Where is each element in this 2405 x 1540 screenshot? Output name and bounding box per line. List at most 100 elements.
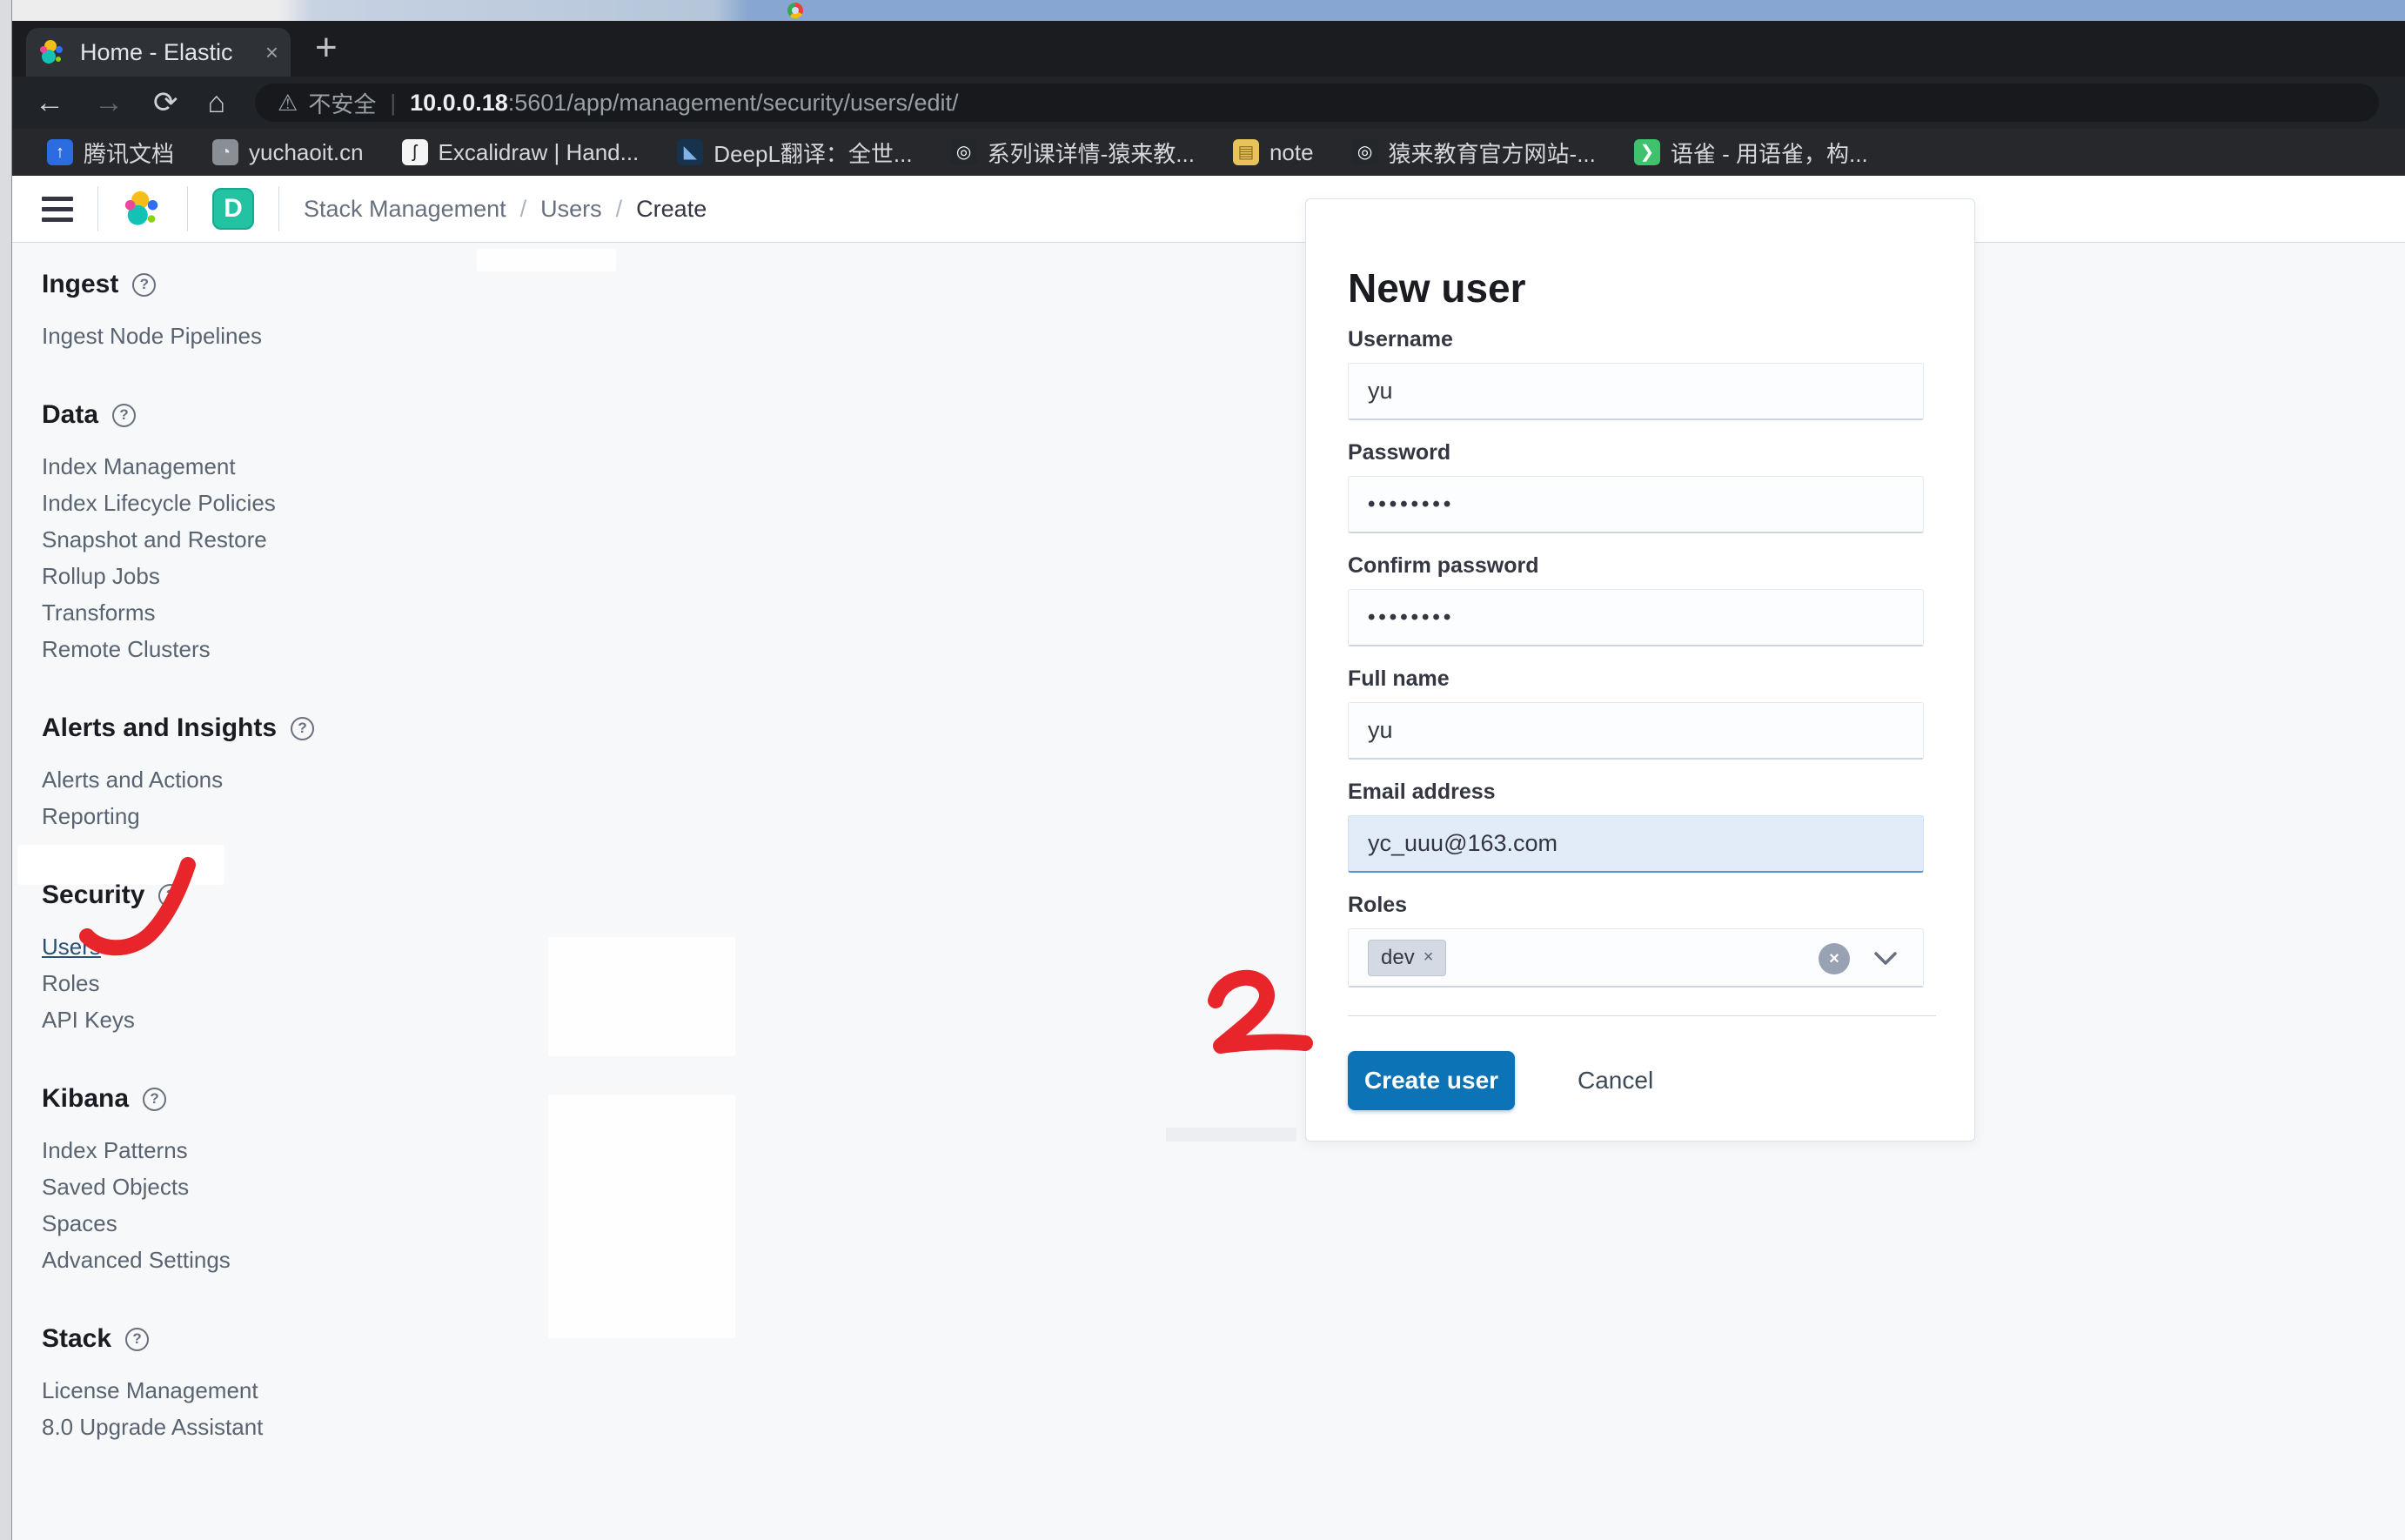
browser-toolbar: ← → ⟳ ⌂ ⚠ 不安全 | 10.0.0.18 :5601/app/mana… [12,77,2405,129]
chevron-down-icon[interactable] [1872,950,1899,968]
globe-icon: ◔ [212,139,238,165]
chip-remove-icon[interactable]: × [1424,947,1434,968]
new-tab-button[interactable]: + [315,26,338,70]
kibana-app: D Stack Management / Users / Create Inge… [12,176,2405,1540]
username-group: Username yu [1348,327,1924,420]
confirm-password-label: Confirm password [1348,553,1924,579]
sidebar-item-api-keys[interactable]: API Keys [42,1001,439,1038]
sidebar-item-reporting[interactable]: Reporting [42,798,439,834]
section-alerts-insights: Alerts and Insights ? Alerts and Actions… [42,713,439,834]
sidebar-item-advanced-settings[interactable]: Advanced Settings [42,1242,439,1278]
chrome-logo-icon [787,3,803,18]
bookmark-note[interactable]: ▤ note [1233,139,1314,166]
tencent-docs-icon: ↑ [47,139,73,165]
blur-smudge [1166,1128,1296,1142]
browser-tab[interactable]: Home - Elastic × [26,28,291,77]
url-path: :5601/app/management/security/users/edit… [508,90,959,117]
bookmark-yuchaoit[interactable]: ◔ yuchaoit.cn [212,139,364,166]
form-divider [1348,1015,1936,1016]
background-window-edge [0,0,12,1540]
kibana-header: D Stack Management / Users / Create [12,176,2405,243]
password-group: Password •••••••• [1348,440,1924,533]
full-name-field[interactable]: yu [1348,702,1924,760]
new-user-panel: New user Username yu Password •••••••• C… [1305,198,1975,1142]
username-field[interactable]: yu [1348,363,1924,420]
yuanlai-icon: ◎ [1352,139,1378,165]
bookmark-yuanlai-edu[interactable]: ◎ 猿来教育官方网站-... [1352,137,1596,169]
bookmark-course-detail[interactable]: ◎ 系列课详情-猿来教... [951,137,1195,169]
help-icon[interactable]: ? [112,404,136,427]
sidebar-item-snapshot-and-restore[interactable]: Snapshot and Restore [42,521,439,558]
background-window-strip [0,0,2405,21]
page-title: New user [1348,264,1526,311]
sidebar-item-index-management[interactable]: Index Management [42,448,439,485]
sidebar-item-saved-objects[interactable]: Saved Objects [42,1168,439,1205]
blur-smudge [548,937,735,1056]
breadcrumb: Stack Management / Users / Create [304,196,707,223]
tab-close-icon[interactable]: × [265,39,278,66]
cancel-button[interactable]: Cancel [1578,1051,1653,1110]
sidebar-item-transforms[interactable]: Transforms [42,594,439,631]
sidebar-item-index-lifecycle-policies[interactable]: Index Lifecycle Policies [42,485,439,521]
section-title: Stack [42,1323,111,1355]
full-name-group: Full name yu [1348,666,1924,760]
sidebar-item-upgrade-assistant[interactable]: 8.0 Upgrade Assistant [42,1409,439,1445]
bookmarks-bar: ↑ 腾讯文档 ◔ yuchaoit.cn ʃ Excalidraw | Hand… [12,129,2405,176]
roles-combobox[interactable]: dev × × [1348,928,1924,988]
sidebar-item-index-patterns[interactable]: Index Patterns [42,1132,439,1168]
breadcrumb-create: Create [636,196,707,223]
home-icon[interactable]: ⌂ [208,86,226,120]
create-user-button[interactable]: Create user [1348,1051,1515,1110]
section-data: Data ? Index Management Index Lifecycle … [42,399,439,667]
help-icon[interactable]: ? [125,1328,149,1351]
section-title: Security [42,880,144,911]
breadcrumb-users[interactable]: Users [540,196,602,223]
sidebar-item-users[interactable]: Users [42,928,439,965]
url-host: 10.0.0.18 [410,90,508,117]
email-label: Email address [1348,780,1924,805]
help-icon[interactable]: ? [132,273,156,297]
reload-icon[interactable]: ⟳ [153,85,178,120]
sidebar-item-license-management[interactable]: License Management [42,1372,439,1409]
sidebar-item-remote-clusters[interactable]: Remote Clusters [42,631,439,667]
course-icon: ◎ [951,139,977,165]
sidebar-item-rollup-jobs[interactable]: Rollup Jobs [42,558,439,594]
back-icon[interactable]: ← [35,86,64,120]
browser-chrome: Home - Elastic × + ← → ⟳ ⌂ ⚠ 不安全 | 10.0.… [12,21,2405,176]
bookmark-excalidraw[interactable]: ʃ Excalidraw | Hand... [402,139,640,166]
section-ingest: Ingest ? Ingest Node Pipelines [42,269,439,354]
elastic-logo-icon[interactable] [123,189,163,229]
security-warning-icon[interactable]: ⚠ [278,90,298,117]
bookmark-deepl[interactable]: ◣ DeepL翻译：全世... [677,137,912,169]
space-avatar[interactable]: D [212,188,254,230]
menu-hamburger-icon[interactable] [42,197,73,222]
sidebar-item-alerts-and-actions[interactable]: Alerts and Actions [42,761,439,798]
confirm-password-field[interactable]: •••••••• [1348,589,1924,646]
role-chip-dev[interactable]: dev × [1368,940,1446,976]
help-icon[interactable]: ? [291,717,314,740]
section-security: Security ? Users Roles API Keys [42,880,439,1038]
section-kibana: Kibana ? Index Patterns Saved Objects Sp… [42,1083,439,1278]
email-field[interactable]: yc_uuu@163.com [1348,815,1924,873]
clear-selection-icon[interactable]: × [1819,943,1850,974]
bookmark-tencent-docs[interactable]: ↑ 腾讯文档 [47,137,174,169]
sidebar-item-ingest-node-pipelines[interactable]: Ingest Node Pipelines [42,318,439,354]
header-divider [97,186,98,231]
blur-smudge [477,249,616,271]
username-label: Username [1348,327,1924,352]
section-title: Kibana [42,1083,129,1115]
elastic-favicon-icon [38,38,66,66]
sidebar-item-roles[interactable]: Roles [42,965,439,1001]
yuque-icon: ❯ [1634,139,1660,165]
password-field[interactable]: •••••••• [1348,476,1924,533]
url-bar[interactable]: ⚠ 不安全 | 10.0.0.18 :5601/app/management/s… [255,84,2379,122]
sidebar-item-spaces[interactable]: Spaces [42,1205,439,1242]
breadcrumb-stack-management[interactable]: Stack Management [304,196,506,223]
help-icon[interactable]: ? [158,884,182,907]
security-label: 不安全 [308,87,376,119]
tab-title: Home - Elastic [80,39,258,66]
forward-icon[interactable]: → [94,86,124,120]
bookmark-yuque[interactable]: ❯ 语雀 - 用语雀，构... [1634,137,1868,169]
help-icon[interactable]: ? [143,1088,166,1111]
full-name-label: Full name [1348,666,1924,692]
